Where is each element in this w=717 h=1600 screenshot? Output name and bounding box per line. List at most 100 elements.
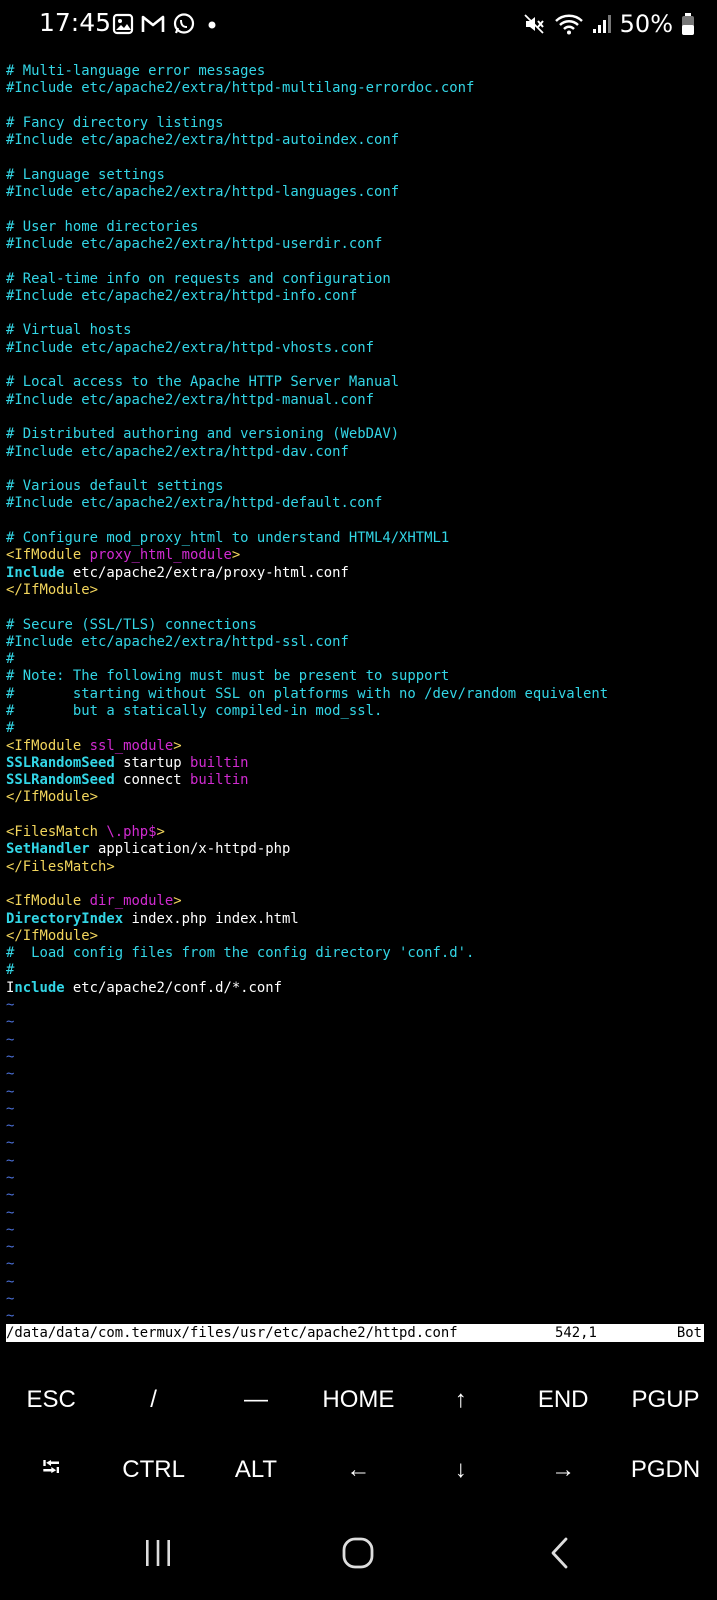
editor-token: application/x-httpd-php — [89, 841, 291, 858]
editor-token: \.php$ — [106, 824, 157, 841]
editor-token: </IfModule> — [6, 581, 98, 598]
key-row1-0[interactable]: ESC — [0, 1370, 102, 1430]
recent-apps-icon — [141, 1536, 175, 1574]
key-row2-5[interactable]: → — [512, 1440, 614, 1500]
empty-line-tilde: ~ — [6, 1291, 15, 1308]
back-icon — [545, 1535, 575, 1575]
editor-token: </FilesMatch> — [6, 858, 115, 875]
empty-line-tilde: ~ — [6, 1239, 15, 1256]
home-button[interactable] — [308, 1520, 408, 1590]
editor-token: # Real-time info on requests and configu… — [6, 270, 391, 287]
editor-line: SSLRandomSeed connect builtin — [0, 772, 717, 789]
editor-line: # — [0, 651, 717, 668]
extra-keys-bar: ESC / — HOME ↑ END PGUP ⭾ CTRL ALT ← ↓ → PGDN — [0, 1370, 717, 1510]
editor-token: # Virtual hosts — [6, 322, 132, 339]
editor-line: #Include etc/apache2/extra/httpd-vhosts.… — [0, 340, 717, 357]
key-row1-2[interactable]: — — [205, 1370, 307, 1430]
editor-line: # Real-time info on requests and configu… — [0, 271, 717, 288]
editor-line: #Include etc/apache2/extra/httpd-autoind… — [0, 132, 717, 149]
dot-icon — [202, 13, 222, 35]
editor-token: SSLRandomSeed — [6, 754, 115, 771]
editor-token: # Multi-language error messages — [6, 63, 266, 79]
editor-token: > — [173, 893, 182, 910]
empty-line-tilde: ~ — [6, 1066, 15, 1083]
empty-line-tilde: ~ — [6, 1204, 15, 1221]
battery-percent: 50% — [619, 10, 673, 38]
key-row2-4[interactable]: ↓ — [410, 1440, 512, 1500]
terminal-buffer[interactable]: # Multi-language error messages #Include … — [0, 63, 717, 1343]
editor-line: # starting without SSL on platforms with… — [0, 686, 717, 703]
editor-token: # Secure (SSL/TLS) connections — [6, 616, 257, 633]
editor-line: # Multi-language error messages — [0, 63, 717, 80]
key-row2-6[interactable]: PGDN — [614, 1440, 716, 1500]
editor-token: <IfModule — [6, 737, 90, 754]
editor-line: #Include etc/apache2/extra/httpd-multila… — [0, 80, 717, 97]
recent-apps-button[interactable] — [108, 1520, 208, 1590]
system-icons: 50% — [522, 10, 695, 38]
key-row1-3[interactable]: HOME — [307, 1370, 409, 1430]
scroll-position: Bot — [676, 1325, 702, 1341]
editor-line: # User home directories — [0, 219, 717, 236]
editor-token: #Include etc/apache2/extra/httpd-default… — [6, 495, 383, 512]
editor-token: #Include etc/apache2/extra/httpd-multila… — [6, 80, 475, 97]
editor-line: # Fancy directory listings — [0, 115, 717, 132]
key-row2-2[interactable]: ALT — [205, 1440, 307, 1500]
gallery-icon — [112, 13, 134, 35]
empty-line-tilde: ~ — [6, 1152, 15, 1169]
editor-token: connect — [114, 772, 190, 789]
editor-line: # Secure (SSL/TLS) connections — [0, 617, 717, 634]
editor-token: etc/apache2/extra/proxy-html.conf — [64, 564, 349, 581]
editor-line: # Various default settings — [0, 478, 717, 495]
editor-token: #Include etc/apache2/extra/httpd-manual.… — [6, 391, 374, 408]
editor-token: builtin — [190, 754, 249, 771]
key-row1-6[interactable]: PGUP — [614, 1370, 716, 1430]
editor-line: </IfModule> — [0, 582, 717, 599]
status-bar: 17:45 50% — [0, 0, 717, 52]
editor-token: SetHandler — [6, 841, 90, 858]
key-row2-3[interactable]: ← — [307, 1440, 409, 1500]
editor-line: #Include etc/apache2/extra/httpd-ssl.con… — [0, 634, 717, 651]
empty-line-tilde: ~ — [6, 1170, 15, 1186]
editor-token: proxy_html_module — [89, 547, 232, 564]
whatsapp-icon — [172, 12, 196, 36]
editor-token: # Distributed authoring and versioning (… — [6, 426, 400, 443]
editor-line: SetHandler application/x-httpd-php — [0, 841, 717, 858]
key-row2-1[interactable]: CTRL — [102, 1440, 204, 1500]
editor-token: #Include etc/apache2/extra/httpd-autoind… — [6, 132, 400, 149]
empty-line-tilde: ~ — [6, 1221, 15, 1238]
editor-line: </IfModule> — [0, 789, 717, 806]
editor-line: # Configure mod_proxy_html to understand… — [0, 530, 717, 547]
editor-line: #Include etc/apache2/extra/httpd-default… — [0, 495, 717, 512]
key-row2-0[interactable]: ⭾ — [0, 1440, 102, 1500]
empty-line-tilde: ~ — [6, 1135, 15, 1152]
signal-icon — [592, 13, 612, 35]
editor-token: > — [156, 824, 165, 841]
editor-line: # Load config files from the config dire… — [0, 945, 717, 962]
editor-token: #Include etc/apache2/extra/httpd-userdir… — [6, 235, 383, 252]
key-row1-5[interactable]: END — [512, 1370, 614, 1430]
empty-line-tilde: ~ — [6, 1031, 15, 1048]
extra-keys-row-2: ⭾ CTRL ALT ← ↓ → PGDN — [0, 1440, 717, 1500]
editor-token: SSLRandomSeed — [6, 772, 115, 789]
editor-token: # User home directories — [6, 218, 199, 235]
editor-line: #Include etc/apache2/extra/httpd-userdir… — [0, 236, 717, 253]
editor-token: # Local access to the Apache HTTP Server… — [6, 374, 400, 391]
editor-line: <FilesMatch \.php$> — [0, 824, 717, 841]
editor-token: </IfModule> — [6, 927, 98, 944]
key-row1-1[interactable]: / — [102, 1370, 204, 1430]
empty-line-tilde: ~ — [6, 1048, 15, 1065]
editor-token: nclude — [14, 979, 65, 996]
editor-token: # Various default settings — [6, 478, 224, 495]
editor-token: #Include etc/apache2/extra/httpd-ssl.con… — [6, 633, 349, 650]
editor-token: #Include etc/apache2/extra/httpd-vhosts.… — [6, 339, 374, 356]
back-button[interactable] — [510, 1520, 610, 1590]
editor-line: </IfModule> — [0, 928, 717, 945]
empty-line-tilde: ~ — [6, 1256, 15, 1273]
editor-line: # Virtual hosts — [0, 322, 717, 339]
editor-token: # Load config files from the config dire… — [6, 945, 475, 962]
editor-line: SSLRandomSeed startup builtin — [0, 755, 717, 772]
key-row1-4[interactable]: ↑ — [410, 1370, 512, 1430]
